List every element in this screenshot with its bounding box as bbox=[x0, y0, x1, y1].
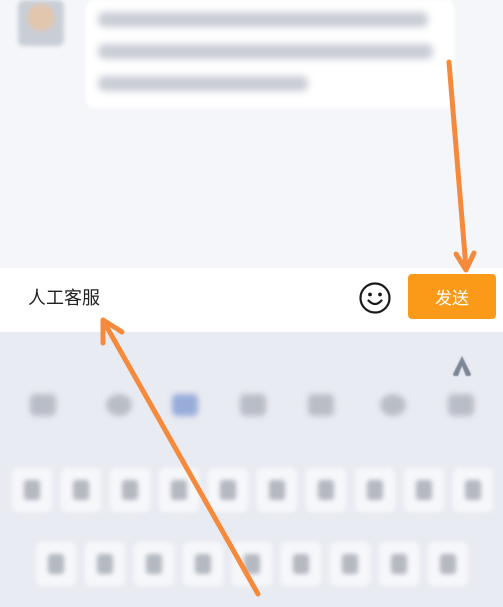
keyboard-toolbar-icon[interactable] bbox=[448, 394, 474, 416]
keyboard-key[interactable] bbox=[379, 542, 419, 586]
agent-avatar bbox=[18, 0, 64, 46]
keyboard-toolbar-icon[interactable] bbox=[240, 394, 266, 416]
message-input[interactable]: 人工客服 bbox=[28, 284, 100, 310]
keyboard-key[interactable] bbox=[36, 542, 76, 586]
keyboard-key[interactable] bbox=[183, 542, 223, 586]
keyboard-key[interactable] bbox=[428, 542, 468, 586]
keyboard-toolbar-icon[interactable] bbox=[308, 394, 334, 416]
keyboard-key[interactable] bbox=[330, 542, 370, 586]
keyboard-key[interactable] bbox=[257, 468, 297, 512]
keyboard-key[interactable] bbox=[355, 468, 395, 512]
blurred-text-line bbox=[98, 12, 428, 27]
soft-keyboard bbox=[0, 332, 503, 607]
keyboard-key[interactable] bbox=[306, 468, 346, 512]
keyboard-key[interactable] bbox=[61, 468, 101, 512]
keyboard-key[interactable] bbox=[134, 542, 174, 586]
keyboard-toolbar-icon[interactable] bbox=[30, 394, 56, 416]
input-bar: 人工客服 发送 bbox=[0, 268, 503, 332]
keyboard-key[interactable] bbox=[453, 468, 493, 512]
keyboard-key[interactable] bbox=[208, 468, 248, 512]
keyboard-brand-logo-icon[interactable] bbox=[450, 354, 474, 378]
message-bubble bbox=[86, 0, 454, 108]
emoji-button[interactable] bbox=[358, 281, 392, 315]
chat-history bbox=[0, 0, 503, 268]
keyboard-key[interactable] bbox=[12, 468, 52, 512]
keyboard-key[interactable] bbox=[404, 468, 444, 512]
blurred-text-line bbox=[98, 44, 433, 59]
keyboard-key[interactable] bbox=[159, 468, 199, 512]
keyboard-toolbar-icon[interactable] bbox=[106, 394, 132, 416]
blurred-text-line bbox=[98, 76, 308, 91]
send-button[interactable]: 发送 bbox=[408, 274, 496, 319]
keyboard-key[interactable] bbox=[85, 542, 125, 586]
keyboard-toolbar-icon[interactable] bbox=[172, 394, 198, 416]
keyboard-key[interactable] bbox=[110, 468, 150, 512]
keyboard-key[interactable] bbox=[281, 542, 321, 586]
keyboard-key[interactable] bbox=[232, 542, 272, 586]
smiley-face-icon bbox=[359, 282, 391, 314]
keyboard-toolbar-icon[interactable] bbox=[380, 394, 406, 416]
